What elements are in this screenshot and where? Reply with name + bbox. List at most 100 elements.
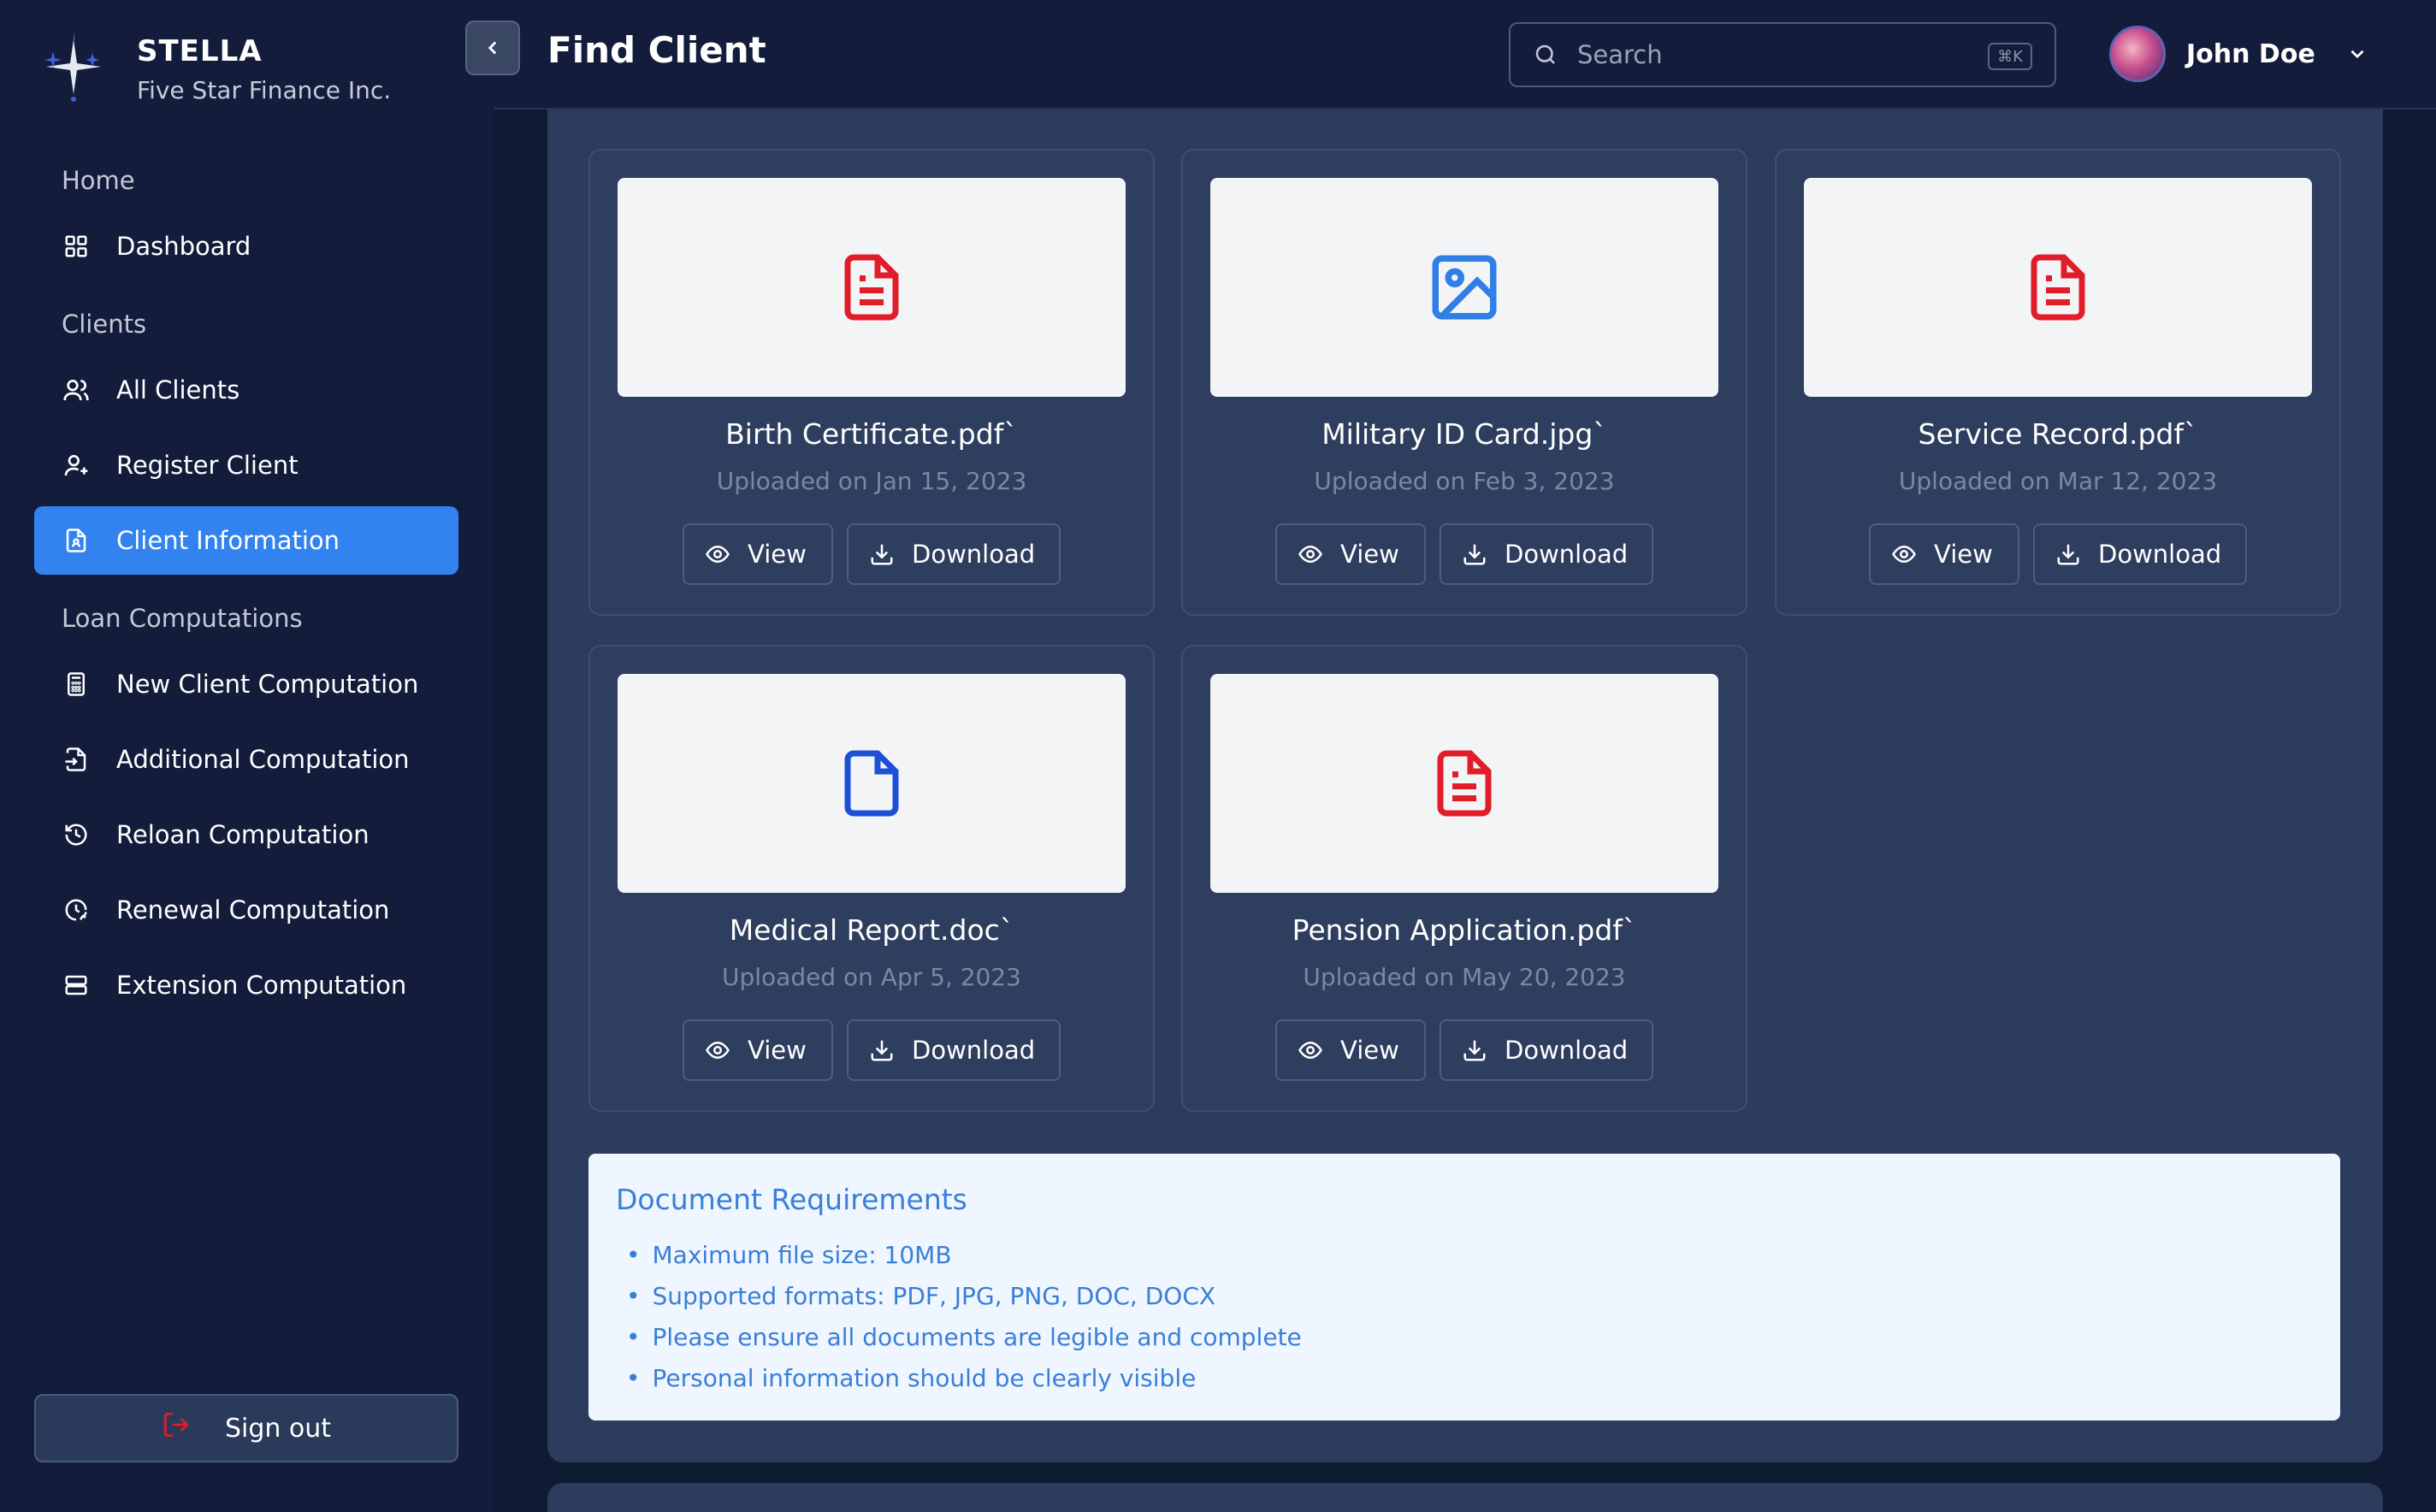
download-icon bbox=[869, 541, 895, 567]
sidebar-item-label: New Client Computation bbox=[116, 670, 419, 699]
document-card: Military ID Card.jpg` Uploaded on Feb 3,… bbox=[1181, 149, 1747, 616]
sidebar-item-dashboard[interactable]: Dashboard bbox=[34, 212, 458, 281]
view-label: View bbox=[1340, 540, 1399, 569]
eye-icon bbox=[705, 541, 730, 567]
calculator-icon bbox=[62, 670, 91, 699]
document-date: Uploaded on Jan 15, 2023 bbox=[716, 467, 1027, 495]
grid-icon bbox=[62, 232, 91, 261]
section-clients: Clients bbox=[62, 310, 147, 339]
view-button[interactable]: View bbox=[683, 1019, 833, 1081]
document-date: Uploaded on Mar 12, 2023 bbox=[1898, 467, 2218, 495]
view-label: View bbox=[1934, 540, 1993, 569]
eye-icon bbox=[1298, 541, 1323, 567]
document-card: Service Record.pdf` Uploaded on Mar 12, … bbox=[1775, 149, 2341, 616]
requirements-title: Document Requirements bbox=[616, 1183, 967, 1216]
sidebar-item-renewal-computation[interactable]: Renewal Computation bbox=[34, 876, 458, 944]
document-thumbnail[interactable] bbox=[618, 674, 1126, 893]
sidebar-item-register-client[interactable]: Register Client bbox=[34, 431, 458, 499]
section-home: Home bbox=[62, 166, 135, 195]
view-label: View bbox=[748, 540, 807, 569]
document-thumbnail[interactable] bbox=[618, 178, 1126, 397]
user-name: John Doe bbox=[2186, 38, 2315, 69]
collapse-sidebar-button[interactable] bbox=[465, 21, 520, 75]
document-card: Pension Application.pdf` Uploaded on May… bbox=[1181, 645, 1747, 1112]
brand-name: STELLA bbox=[137, 34, 263, 68]
sidebar-item-extension-computation[interactable]: Extension Computation bbox=[34, 951, 458, 1019]
list-item: Maximum file size: 10MB bbox=[626, 1235, 2313, 1276]
stars-logo-icon bbox=[38, 29, 109, 103]
search-shortcut: ⌘K bbox=[1988, 43, 2032, 70]
clock-refresh-icon bbox=[62, 895, 91, 924]
download-label: Download bbox=[1505, 540, 1629, 569]
list-item: Please ensure all documents are legible … bbox=[626, 1317, 2313, 1358]
users-icon bbox=[62, 375, 91, 405]
download-button[interactable]: Download bbox=[847, 1019, 1061, 1081]
sidebar-item-label: Reloan Computation bbox=[116, 820, 370, 849]
search-icon bbox=[1535, 44, 1555, 64]
download-label: Download bbox=[2098, 540, 2222, 569]
document-name: Pension Application.pdf` bbox=[1292, 913, 1637, 947]
download-icon bbox=[2055, 541, 2081, 567]
view-label: View bbox=[748, 1036, 807, 1065]
sidebar-item-label: Renewal Computation bbox=[116, 895, 390, 924]
image-file-icon bbox=[1432, 255, 1497, 320]
view-button[interactable]: View bbox=[683, 523, 833, 585]
logout-icon bbox=[162, 1410, 191, 1446]
eye-icon bbox=[1298, 1037, 1323, 1063]
file-user-icon bbox=[62, 526, 91, 555]
document-date: Uploaded on May 20, 2023 bbox=[1303, 963, 1626, 991]
document-thumbnail[interactable] bbox=[1210, 178, 1718, 397]
sidebar-item-reloan-computation[interactable]: Reloan Computation bbox=[34, 800, 458, 869]
document-requirements: Document Requirements Maximum file size:… bbox=[588, 1154, 2340, 1420]
eye-icon bbox=[1891, 541, 1917, 567]
stack-icon bbox=[62, 971, 91, 1000]
download-button[interactable]: Download bbox=[2033, 523, 2247, 585]
download-button[interactable]: Download bbox=[847, 523, 1061, 585]
download-icon bbox=[1462, 1037, 1487, 1063]
sidebar-item-all-clients[interactable]: All Clients bbox=[34, 356, 458, 424]
list-item: Supported formats: PDF, JPG, PNG, DOC, D… bbox=[626, 1276, 2313, 1317]
download-icon bbox=[1462, 541, 1487, 567]
brand[interactable]: STELLA Five Star Finance Inc. bbox=[38, 29, 392, 108]
view-button[interactable]: View bbox=[1869, 523, 2019, 585]
download-label: Download bbox=[1505, 1036, 1629, 1065]
download-button[interactable]: Download bbox=[1440, 1019, 1653, 1081]
pdf-file-icon bbox=[844, 254, 899, 321]
document-name: Birth Certificate.pdf` bbox=[725, 417, 1018, 451]
document-card: Birth Certificate.pdf` Uploaded on Jan 1… bbox=[588, 149, 1155, 616]
document-date: Uploaded on Apr 5, 2023 bbox=[722, 963, 1021, 991]
sidebar-item-client-information[interactable]: Client Information bbox=[34, 506, 458, 575]
next-panel bbox=[547, 1483, 2383, 1512]
page-title: Find Client bbox=[547, 29, 766, 71]
sidebar-item-label: Additional Computation bbox=[116, 745, 410, 774]
user-menu[interactable]: John Doe bbox=[2109, 26, 2368, 82]
sidebar-item-label: Client Information bbox=[116, 526, 340, 555]
requirements-list: Maximum file size: 10MB Supported format… bbox=[626, 1235, 2313, 1399]
sidebar-item-additional-computation[interactable]: Additional Computation bbox=[34, 725, 458, 794]
sidebar-item-new-client-computation[interactable]: New Client Computation bbox=[34, 650, 458, 718]
sign-out-label: Sign out bbox=[224, 1413, 332, 1444]
view-button[interactable]: View bbox=[1275, 523, 1426, 585]
view-button[interactable]: View bbox=[1275, 1019, 1426, 1081]
document-name: Medical Report.doc` bbox=[729, 913, 1014, 947]
document-thumbnail[interactable] bbox=[1210, 674, 1718, 893]
document-card: Medical Report.doc` Uploaded on Apr 5, 2… bbox=[588, 645, 1155, 1112]
sign-out-button[interactable]: Sign out bbox=[34, 1394, 458, 1462]
chevron-left-icon bbox=[488, 41, 497, 55]
document-thumbnail[interactable] bbox=[1804, 178, 2312, 397]
section-loan-computations: Loan Computations bbox=[62, 604, 303, 633]
document-date: Uploaded on Feb 3, 2023 bbox=[1314, 467, 1615, 495]
sidebar-item-label: All Clients bbox=[116, 375, 240, 405]
sidebar-item-label: Dashboard bbox=[116, 232, 251, 261]
list-item: Personal information should be clearly v… bbox=[626, 1358, 2313, 1399]
download-label: Download bbox=[912, 540, 1036, 569]
download-button[interactable]: Download bbox=[1440, 523, 1653, 585]
search-input[interactable]: Search ⌘K bbox=[1509, 22, 2056, 87]
brand-subtitle: Five Star Finance Inc. bbox=[137, 76, 392, 104]
view-label: View bbox=[1340, 1036, 1399, 1065]
download-label: Download bbox=[912, 1036, 1036, 1065]
avatar bbox=[2109, 26, 2166, 82]
pdf-file-icon bbox=[2031, 254, 2085, 321]
sidebar-item-label: Extension Computation bbox=[116, 971, 407, 1000]
sidebar: STELLA Five Star Finance Inc. Home Dashb… bbox=[0, 0, 494, 1512]
